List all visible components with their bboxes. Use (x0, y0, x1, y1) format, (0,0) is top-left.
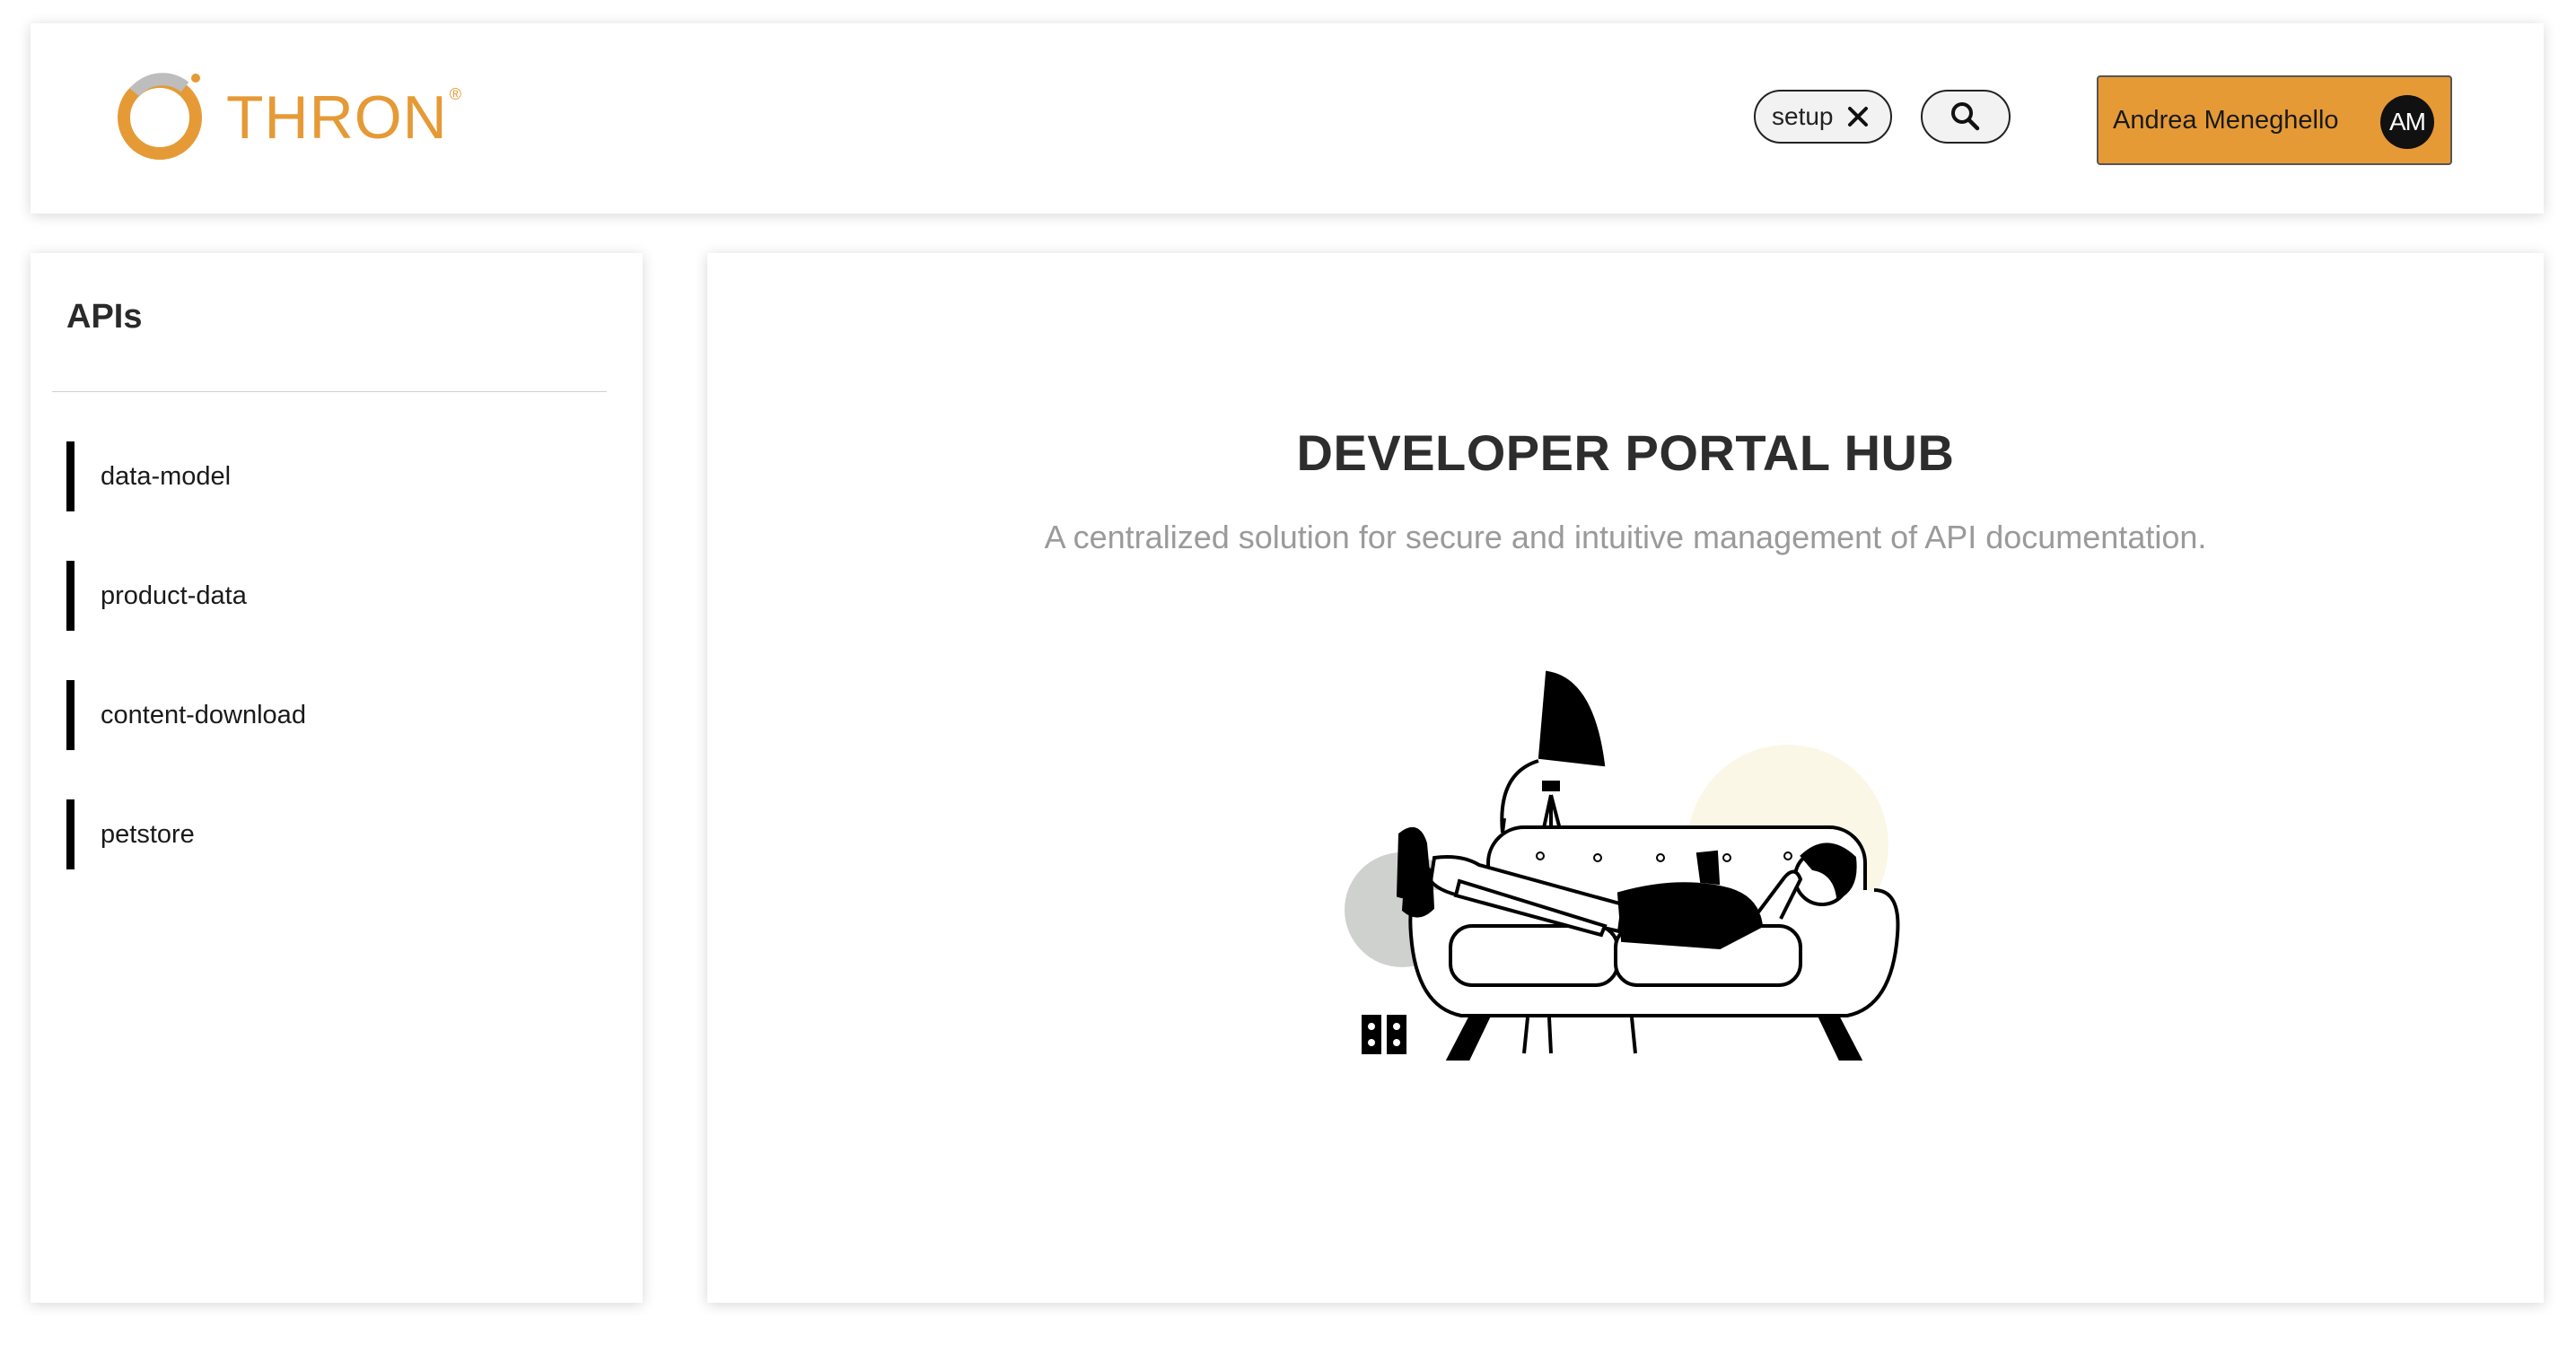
thron-ring-icon (118, 73, 202, 160)
search-chip-label: setup (1772, 102, 1834, 130)
sidebar-item-petstore[interactable]: petstore (66, 799, 306, 869)
sidebar-divider (52, 391, 607, 392)
api-list: data-model product-data content-download… (66, 441, 306, 919)
man-relaxing-on-sofa-illustration (1345, 670, 1900, 1061)
search-filter-chip[interactable]: setup (1754, 90, 1892, 144)
avatar: AM (2380, 95, 2434, 149)
apis-sidebar: APIs data-model product-data content-dow… (31, 253, 643, 1303)
search-button[interactable] (1921, 90, 2011, 144)
page-title: DEVELOPER PORTAL HUB (1296, 424, 1955, 481)
top-header: THRON ® setup Andrea Meneghello AM (31, 23, 2544, 214)
search-icon (1951, 102, 1980, 131)
page-subtitle: A centralized solution for secure and in… (1044, 519, 2207, 555)
close-icon[interactable] (1844, 103, 1871, 130)
sidebar-item-label: product-data (101, 581, 247, 610)
speakers (1362, 1015, 1406, 1054)
user-name: Andrea Meneghello (2113, 105, 2339, 135)
sidebar-title: APIs (66, 298, 143, 336)
sidebar-item-product-data[interactable]: product-data (66, 561, 306, 631)
floor-lamp (1500, 670, 1606, 837)
user-menu-button[interactable]: Andrea Meneghello AM (2097, 75, 2452, 165)
sidebar-item-content-download[interactable]: content-download (66, 680, 306, 750)
logo-text: THRON (226, 83, 448, 152)
main-content: DEVELOPER PORTAL HUB A centralized solut… (707, 253, 2544, 1303)
sidebar-item-label: content-download (101, 700, 306, 729)
sidebar-item-label: petstore (101, 819, 195, 849)
sidebar-item-data-model[interactable]: data-model (66, 441, 306, 511)
sidebar-item-label: data-model (101, 461, 232, 491)
logo-registered-mark: ® (449, 84, 462, 103)
thron-logo[interactable]: THRON ® (113, 68, 461, 167)
